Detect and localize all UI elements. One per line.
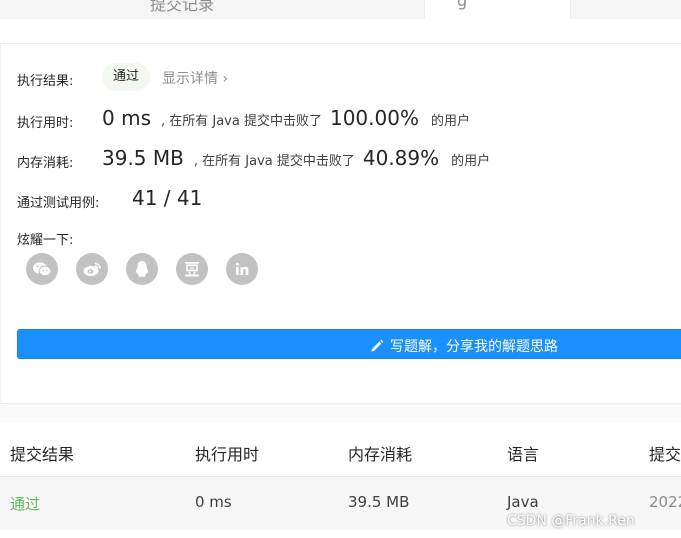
status-badge: 通过 xyxy=(102,63,151,91)
linkedin-icon[interactable] xyxy=(226,253,258,285)
douban-icon[interactable] xyxy=(176,253,208,285)
runtime-line: 0 ms , 在所有 Java 提交中击败了 100.00% 的用户 xyxy=(102,106,470,130)
pencil-icon xyxy=(371,339,384,352)
memory-text: , 在所有 Java 提交中击败了 xyxy=(193,154,355,169)
memory-value: 39.5 MB xyxy=(102,146,184,170)
tab-active[interactable]: g xyxy=(424,0,571,19)
watermark: CSDN @Frank.Ren xyxy=(507,513,635,529)
runtime-text: , 在所有 Java 提交中击败了 xyxy=(160,114,322,129)
tab-submissions[interactable]: 提交记录 xyxy=(150,0,214,15)
tab-bar: 提交记录 g xyxy=(0,0,681,19)
show-details-link[interactable]: 显示详情 › xyxy=(162,68,228,88)
write-solution-label: 写题解，分享我的解题思路 xyxy=(390,339,558,355)
runtime-label: 执行用时: xyxy=(17,116,74,131)
column-header-submitted: 提交 xyxy=(649,445,681,464)
write-solution-button[interactable]: 写题解，分享我的解题思路 xyxy=(17,329,681,359)
memory-label: 内存消耗: xyxy=(17,156,74,171)
column-header-runtime: 执行用时 xyxy=(195,445,260,464)
wechat-icon[interactable] xyxy=(26,253,58,285)
panel-border xyxy=(0,44,1,402)
row-runtime: 0 ms xyxy=(195,493,232,511)
tests-label: 通过测试用例: xyxy=(17,196,100,211)
memory-suffix: 的用户 xyxy=(451,154,491,169)
runtime-percent: 100.00% xyxy=(329,106,419,130)
section-gap xyxy=(0,404,681,422)
runtime-suffix: 的用户 xyxy=(430,114,470,129)
row-memory: 39.5 MB xyxy=(348,493,410,511)
status-label: 执行结果: xyxy=(17,74,74,89)
column-header-result: 提交结果 xyxy=(10,445,75,464)
share-label: 炫耀一下: xyxy=(17,233,74,248)
tests-value: 41 / 41 xyxy=(132,186,203,210)
weibo-icon[interactable] xyxy=(76,253,108,285)
column-header-memory: 内存消耗 xyxy=(348,445,413,464)
row-submitted: 2022 xyxy=(649,493,681,511)
memory-line: 39.5 MB , 在所有 Java 提交中击败了 40.89% 的用户 xyxy=(102,146,490,170)
share-buttons xyxy=(26,253,258,285)
memory-percent: 40.89% xyxy=(362,146,440,170)
row-result[interactable]: 通过 xyxy=(10,493,40,514)
divider xyxy=(0,43,681,44)
qq-icon[interactable] xyxy=(126,253,158,285)
row-language: Java xyxy=(507,493,539,511)
runtime-value: 0 ms xyxy=(102,106,151,130)
column-header-language: 语言 xyxy=(507,445,540,464)
tab-active-label: g xyxy=(457,0,468,10)
tab-bar-rest xyxy=(572,0,681,19)
